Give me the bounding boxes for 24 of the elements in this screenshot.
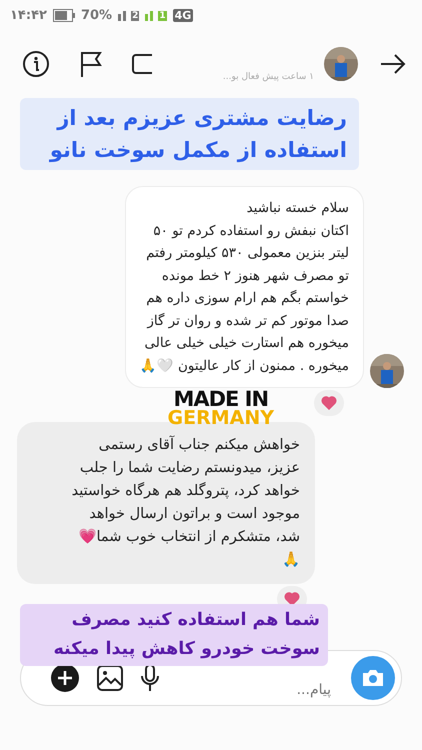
sim-label: 2 — [131, 11, 140, 21]
heart-icon — [284, 592, 300, 606]
info-icon[interactable] — [22, 50, 50, 78]
clock: ۱۴:۴۲ — [10, 8, 47, 22]
flag-icon[interactable] — [80, 51, 102, 77]
add-icon[interactable] — [51, 664, 79, 692]
camera-button[interactable] — [351, 656, 395, 700]
badge-title: MADE IN — [173, 390, 268, 409]
battery-icon — [52, 8, 75, 22]
battery-percent: 70% — [80, 8, 112, 22]
camera-icon — [362, 669, 384, 687]
avatar[interactable] — [324, 47, 358, 81]
caption-overlay: رضایت مشتری عزیزم بعد از استفاده از مکمل سوخت نانو — [20, 98, 359, 170]
microphone-icon[interactable] — [141, 664, 159, 692]
message-input[interactable]: پیام... — [177, 681, 333, 699]
avatar[interactable] — [370, 354, 404, 388]
caption-overlay: شما هم استفاده کنید مصرف سوخت خودرو کاهش پیدا میکنه — [20, 604, 328, 666]
forward-arrow-icon[interactable] — [380, 54, 406, 74]
sim-label: 1 — [158, 11, 167, 21]
heart-icon — [321, 396, 337, 410]
network-label: 4G — [172, 8, 194, 22]
message-bubble: سلام خسته نباشید اکتان نبفش رو استفاده کردم تو ۵۰ لیتر بنزین معمولی ۵۳۰ کیلومتر رفتم تو مصرف شهر هنوز ۲ خط مونده خواستم بگم هم ارام سوزی داره هم صدا موتور کم تر شده و روان تر گاز میخوره هم استارت خیلی خیلی عالی میخوره . ممنون از کار عالیتون 🤍🙏 — [124, 186, 364, 388]
gallery-icon[interactable] — [97, 665, 123, 691]
active-status: ۱ ساعت پیش فعال بو... — [222, 72, 315, 84]
